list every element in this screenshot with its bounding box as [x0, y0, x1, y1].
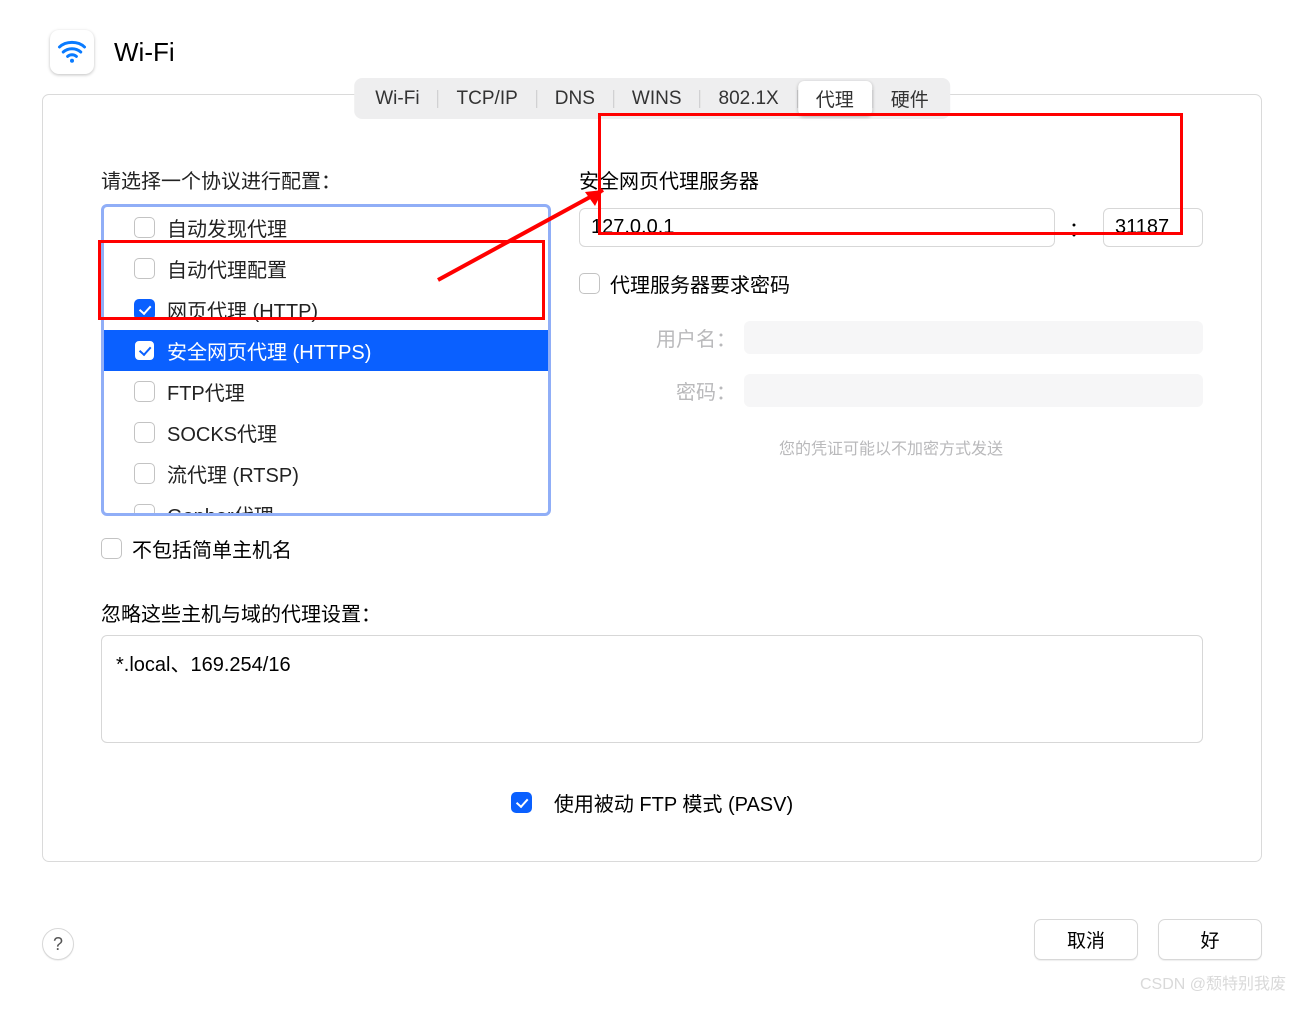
choose-protocol-label: 请选择一个协议进行配置：	[101, 165, 551, 194]
protocol-label: 网页代理 (HTTP)	[167, 295, 318, 324]
protocol-ftp[interactable]: FTP代理	[104, 371, 548, 412]
cancel-button[interactable]: 取消	[1034, 919, 1138, 960]
protocol-https[interactable]: 安全网页代理 (HTTPS)	[104, 330, 548, 371]
exclude-simple-label: 不包括简单主机名	[132, 534, 292, 563]
protocol-auto-config[interactable]: 自动代理配置	[104, 248, 548, 289]
protocol-label: 自动代理配置	[167, 254, 287, 283]
checkbox-icon[interactable]	[134, 422, 155, 443]
help-button[interactable]: ?	[42, 928, 74, 960]
proxy-host-input[interactable]	[579, 208, 1055, 247]
tab-wins[interactable]: WINS	[614, 84, 700, 114]
tab-wifi[interactable]: Wi-Fi	[357, 84, 437, 114]
protocol-label: SOCKS代理	[167, 418, 277, 447]
protocol-label: Gopher代理	[167, 500, 274, 516]
password-input	[744, 374, 1203, 407]
watermark: CSDN @颓特别我废	[1140, 970, 1286, 994]
tab-tcpip[interactable]: TCP/IP	[439, 84, 536, 114]
checkbox-icon[interactable]	[134, 463, 155, 484]
protocol-list[interactable]: 自动发现代理 自动代理配置 网页代理 (HTTP) 安全网页代理 (HTTPS)…	[101, 204, 551, 516]
protocol-label: 自动发现代理	[167, 213, 287, 242]
username-label: 用户名：	[579, 323, 744, 352]
pasv-checkbox[interactable]	[511, 792, 532, 813]
page-title: Wi-Fi	[114, 37, 175, 68]
tab-dns[interactable]: DNS	[537, 84, 613, 114]
checkbox-icon[interactable]	[134, 217, 155, 238]
checkbox-icon[interactable]	[134, 381, 155, 402]
requires-password-checkbox[interactable]	[579, 273, 600, 294]
requires-password-label: 代理服务器要求密码	[610, 269, 790, 298]
checkbox-icon[interactable]	[134, 340, 155, 361]
bypass-textarea[interactable]	[101, 635, 1203, 743]
tabs-segmented-control: Wi-Fi TCP/IP DNS WINS 802.1X 代理 硬件	[354, 78, 950, 119]
pasv-label: 使用被动 FTP 模式 (PASV)	[554, 788, 793, 817]
checkbox-icon[interactable]	[134, 299, 155, 320]
protocol-label: 流代理 (RTSP)	[167, 459, 299, 488]
wifi-icon	[50, 30, 94, 74]
checkbox-icon[interactable]	[134, 504, 155, 516]
proxy-port-input[interactable]	[1103, 208, 1203, 247]
tab-hardware[interactable]: 硬件	[873, 81, 947, 116]
credentials-hint: 您的凭证可能以不加密方式发送	[579, 435, 1203, 459]
protocol-http[interactable]: 网页代理 (HTTP)	[104, 289, 548, 330]
protocol-label: 安全网页代理 (HTTPS)	[167, 336, 371, 365]
proxy-server-label: 安全网页代理服务器	[579, 165, 1203, 194]
bypass-label: 忽略这些主机与域的代理设置：	[101, 598, 1203, 627]
protocol-gopher[interactable]: Gopher代理	[104, 494, 548, 516]
protocol-socks[interactable]: SOCKS代理	[104, 412, 548, 453]
protocol-auto-discover[interactable]: 自动发现代理	[104, 207, 548, 248]
protocol-rtsp[interactable]: 流代理 (RTSP)	[104, 453, 548, 494]
tab-8021x[interactable]: 802.1X	[701, 84, 797, 114]
protocol-label: FTP代理	[167, 377, 245, 406]
username-input	[744, 321, 1203, 354]
checkbox-icon[interactable]	[134, 258, 155, 279]
host-port-separator: ：	[1069, 213, 1089, 242]
settings-panel: Wi-Fi TCP/IP DNS WINS 802.1X 代理 硬件 请选择一个…	[42, 94, 1262, 862]
ok-button[interactable]: 好	[1158, 919, 1262, 960]
exclude-simple-checkbox[interactable]	[101, 538, 122, 559]
password-label: 密码：	[579, 376, 744, 405]
tab-proxy[interactable]: 代理	[798, 81, 872, 116]
